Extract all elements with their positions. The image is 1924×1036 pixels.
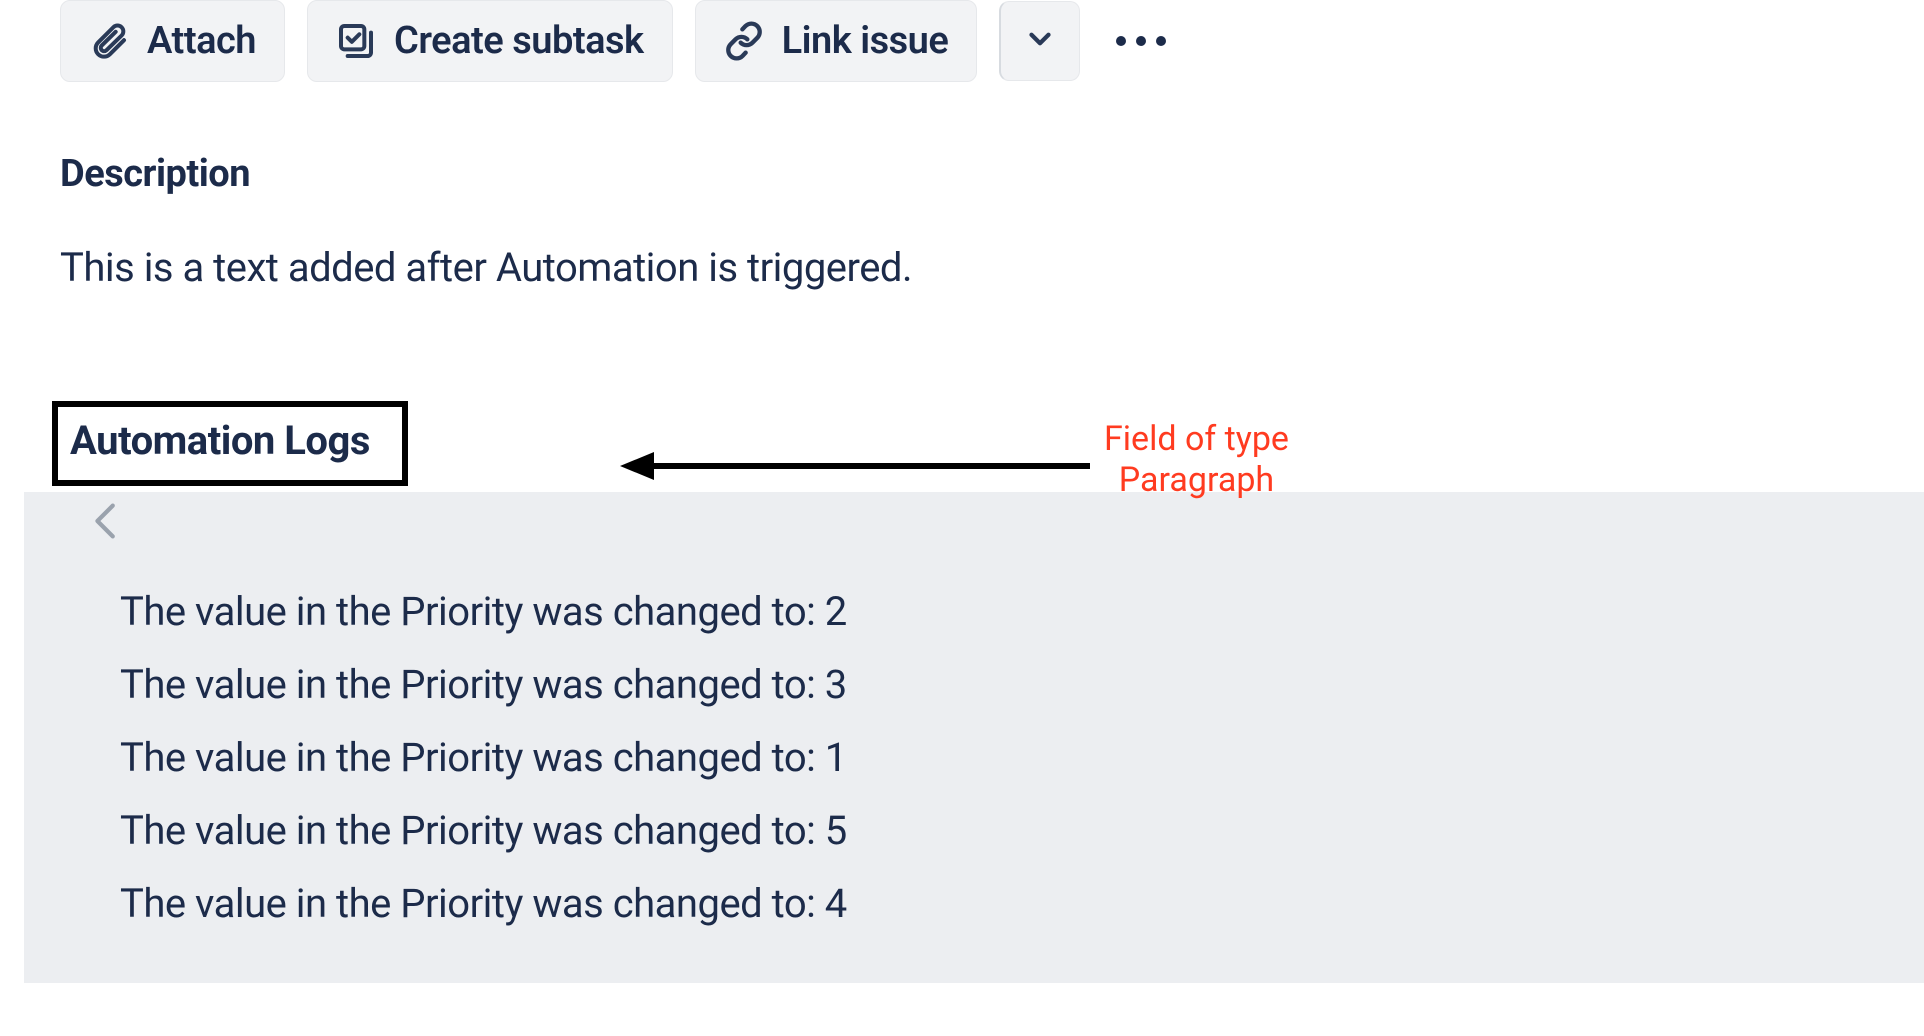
annotation-line2: Paragraph (1119, 460, 1274, 500)
description-text[interactable]: This is a text added after Automation is… (60, 244, 1864, 291)
automation-logs-heading-box: Automation Logs (52, 401, 408, 486)
annotation: Field of type Paragraph (620, 425, 1289, 507)
annotation-text: Field of type Paragraph (1104, 419, 1289, 501)
annotation-line1: Field of type (1104, 419, 1289, 459)
actions-toolbar: Attach Create subtask Link issue (60, 0, 1864, 82)
log-line: The value in the Priority was changed to… (120, 807, 1924, 854)
link-issue-button[interactable]: Link issue (695, 0, 978, 82)
attach-button[interactable]: Attach (60, 0, 285, 82)
subtask-icon (336, 21, 376, 61)
link-icon (724, 21, 764, 61)
log-line: The value in the Priority was changed to… (120, 588, 1924, 635)
attach-label: Attach (147, 19, 256, 63)
automation-logs-panel[interactable]: The value in the Priority was changed to… (24, 492, 1924, 983)
more-actions-button[interactable] (1102, 2, 1180, 80)
more-icon (1156, 36, 1166, 46)
chevron-down-icon (1023, 22, 1057, 60)
attach-icon (89, 21, 129, 61)
arrow-left-icon (620, 446, 1090, 486)
log-line: The value in the Priority was changed to… (120, 734, 1924, 781)
log-line: The value in the Priority was changed to… (120, 880, 1924, 927)
link-issue-dropdown-button[interactable] (999, 1, 1080, 81)
collapse-chevron-icon[interactable] (84, 493, 130, 553)
link-issue-label: Link issue (782, 19, 949, 63)
create-subtask-button[interactable]: Create subtask (307, 0, 673, 82)
automation-logs-heading: Automation Logs (70, 417, 370, 464)
log-line: The value in the Priority was changed to… (120, 661, 1924, 708)
description-heading: Description (60, 152, 1864, 196)
more-icon (1136, 36, 1146, 46)
more-icon (1116, 36, 1126, 46)
create-subtask-label: Create subtask (394, 19, 644, 63)
